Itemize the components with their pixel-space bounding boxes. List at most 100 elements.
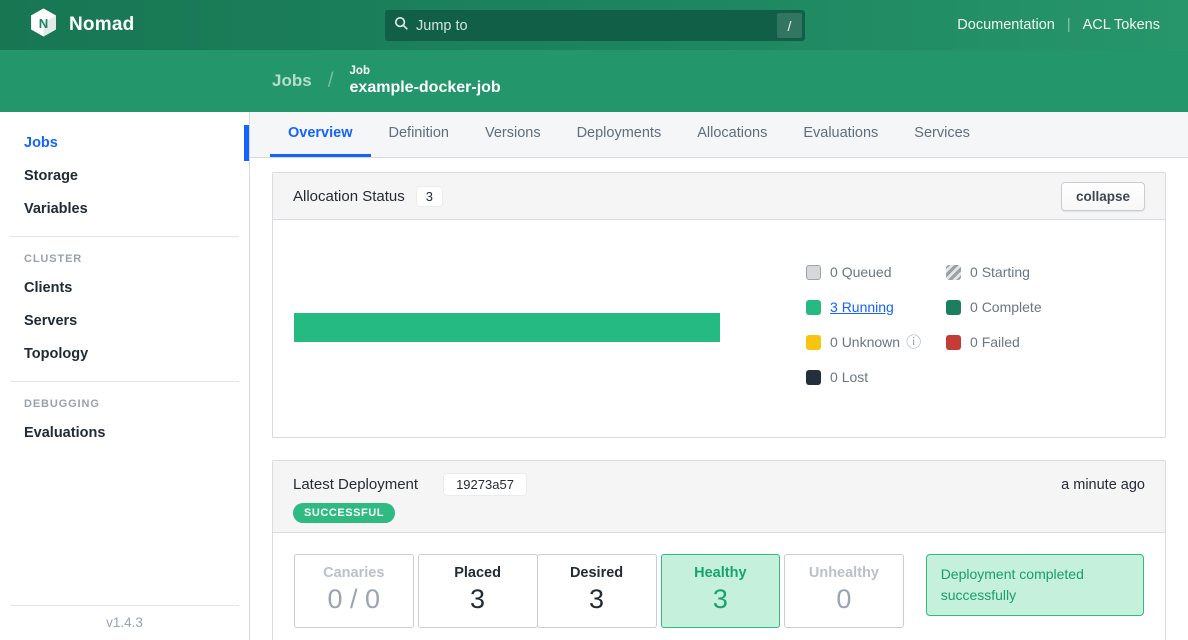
running-allocations-link[interactable]: 3 Running	[830, 299, 894, 315]
metric-healthy-value: 3	[662, 584, 780, 615]
metric-placed-value: 3	[419, 584, 537, 615]
search-icon	[394, 16, 409, 36]
sidebar-section-cluster: CLUSTER	[0, 249, 249, 273]
tab-deployments[interactable]: Deployments	[559, 112, 680, 157]
metric-healthy-label: Healthy	[662, 565, 780, 581]
legend-item-running: 3 Running	[806, 296, 946, 318]
sidebar-divider	[10, 381, 239, 382]
legend-text: 0 Lost	[830, 369, 868, 385]
search-input[interactable]	[416, 18, 777, 34]
version-label: v1.4.3	[0, 606, 249, 640]
tab-allocations[interactable]: Allocations	[679, 112, 785, 157]
metric-desired: Desired 3	[537, 554, 657, 628]
legend-item-complete: 0 Complete	[946, 296, 1096, 318]
allocation-running-bar[interactable]	[294, 313, 720, 342]
sidebar-item-topology[interactable]: Topology	[0, 339, 249, 369]
metric-canaries: Canaries 0 / 0	[294, 554, 414, 628]
deployment-message: Deployment completed successfully	[926, 554, 1144, 616]
nomad-app: N Nomad / Documentation | ACL Tokens Job…	[0, 0, 1188, 640]
acl-tokens-link[interactable]: ACL Tokens	[1083, 17, 1160, 33]
metric-unhealthy: Unhealthy 0	[784, 554, 904, 628]
page-body: Jobs Storage Variables CLUSTER Clients S…	[0, 112, 1188, 640]
nomad-brand[interactable]: N Nomad	[28, 7, 134, 43]
breadcrumb-kind-label: Job	[350, 64, 501, 78]
sidebar-item-variables[interactable]: Variables	[0, 194, 249, 224]
metric-desired-label: Desired	[538, 565, 656, 581]
tab-services[interactable]: Services	[896, 112, 988, 157]
deployment-status-badge: SUCCESSFUL	[293, 503, 395, 523]
breadcrumb-slash: /	[328, 69, 334, 93]
navbar-links: Documentation | ACL Tokens	[957, 17, 1160, 33]
starting-swatch-icon	[946, 265, 961, 280]
running-swatch-icon	[806, 300, 821, 315]
unknown-info-icon[interactable]: ⓘ	[906, 335, 921, 350]
breadcrumb-job-name: example-docker-job	[350, 78, 501, 98]
metric-unhealthy-label: Unhealthy	[785, 565, 903, 581]
jump-to-search[interactable]: /	[385, 10, 805, 41]
failed-swatch-icon	[946, 335, 961, 350]
legend-text: 0 Complete	[970, 299, 1042, 315]
breadcrumb-bar: Jobs / Job example-docker-job	[0, 50, 1188, 112]
lost-swatch-icon	[806, 370, 821, 385]
job-tabbar: Overview Definition Versions Deployments…	[250, 112, 1188, 158]
complete-swatch-icon	[946, 300, 961, 315]
breadcrumb-current-job[interactable]: Job example-docker-job	[350, 64, 501, 98]
overview-content: Allocation Status 3 collapse 0 Queued	[250, 158, 1188, 640]
allocation-legend: 0 Queued 0 Starting 3 Running	[806, 261, 1096, 388]
legend-item-failed: 0 Failed	[946, 331, 1096, 353]
sidebar-item-storage[interactable]: Storage	[0, 161, 249, 191]
metric-placed-desired-group: Placed 3 Desired 3	[418, 554, 657, 628]
deployment-id-badge: 19273a57	[444, 474, 526, 495]
metric-desired-value: 3	[538, 584, 656, 615]
sidebar-section-debugging: DEBUGGING	[0, 394, 249, 418]
legend-text: 0 Queued	[830, 264, 892, 280]
queued-swatch-icon	[806, 265, 821, 280]
allocation-status-title: Allocation Status	[293, 188, 405, 205]
allocation-status-body: 0 Queued 0 Starting 3 Running	[273, 220, 1165, 437]
tab-versions[interactable]: Versions	[467, 112, 559, 157]
sidebar-footer: v1.4.3	[0, 605, 249, 640]
slash-shortcut-key: /	[777, 13, 802, 38]
latest-deployment-title: Latest Deployment	[293, 476, 418, 493]
legend-item-starting: 0 Starting	[946, 261, 1096, 283]
brand-name: Nomad	[69, 14, 134, 36]
main-area: Overview Definition Versions Deployments…	[250, 112, 1188, 640]
tab-evaluations[interactable]: Evaluations	[785, 112, 896, 157]
metric-unhealthy-value: 0	[785, 584, 903, 615]
deployment-title-row: Latest Deployment 19273a57 a minute ago	[293, 474, 1145, 495]
legend-text: 0 Starting	[970, 264, 1030, 280]
legend-item-unknown: 0 Unknown ⓘ	[806, 331, 946, 353]
latest-deployment-body: Canaries 0 / 0 Placed 3 Desired 3	[273, 533, 1165, 640]
tab-overview[interactable]: Overview	[270, 112, 371, 157]
navbar-links-divider: |	[1067, 17, 1071, 33]
nomad-logo-icon: N	[28, 7, 59, 43]
documentation-link[interactable]: Documentation	[957, 17, 1055, 33]
unknown-swatch-icon	[806, 335, 821, 350]
latest-deployment-header: Latest Deployment 19273a57 a minute ago …	[273, 461, 1165, 533]
metric-placed: Placed 3	[418, 554, 538, 628]
allocation-status-header: Allocation Status 3 collapse	[273, 173, 1165, 220]
latest-deployment-panel: Latest Deployment 19273a57 a minute ago …	[272, 460, 1166, 640]
allocation-count-badge: 3	[417, 187, 442, 206]
legend-text: 0 Failed	[970, 334, 1020, 350]
metric-healthy: Healthy 3	[661, 554, 781, 628]
sidebar: Jobs Storage Variables CLUSTER Clients S…	[0, 112, 250, 640]
metric-canaries-label: Canaries	[295, 565, 413, 581]
metric-placed-label: Placed	[419, 565, 537, 581]
collapse-button[interactable]: collapse	[1061, 182, 1145, 211]
svg-text:N: N	[39, 16, 49, 31]
deployment-timestamp: a minute ago	[1061, 477, 1145, 493]
legend-item-queued: 0 Queued	[806, 261, 946, 283]
breadcrumb-jobs-link[interactable]: Jobs	[272, 71, 312, 91]
sidebar-item-jobs[interactable]: Jobs	[0, 128, 249, 158]
metric-canaries-value: 0 / 0	[295, 584, 413, 615]
legend-item-lost: 0 Lost	[806, 366, 946, 388]
sidebar-divider	[10, 236, 239, 237]
legend-text: 0 Unknown	[830, 334, 900, 350]
allocation-status-panel: Allocation Status 3 collapse 0 Queued	[272, 172, 1166, 438]
sidebar-item-clients[interactable]: Clients	[0, 273, 249, 303]
top-navbar: N Nomad / Documentation | ACL Tokens	[0, 0, 1188, 50]
tab-definition[interactable]: Definition	[371, 112, 467, 157]
sidebar-item-servers[interactable]: Servers	[0, 306, 249, 336]
sidebar-item-evaluations[interactable]: Evaluations	[0, 418, 249, 448]
